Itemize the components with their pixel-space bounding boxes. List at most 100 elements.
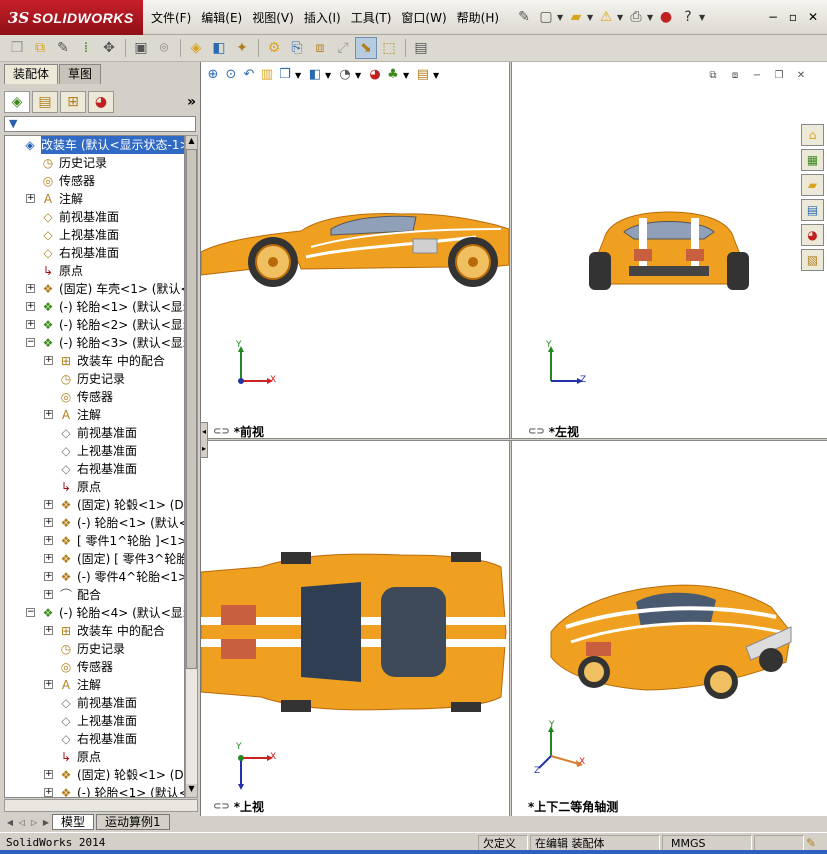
rebuild-dropdown-icon[interactable]: ▼ bbox=[617, 13, 625, 22]
view-palette-icon[interactable]: ▤ bbox=[801, 199, 824, 221]
tree-item[interactable]: ◎ 传感器 bbox=[5, 172, 184, 190]
tree-item[interactable]: ↳ 原点 bbox=[5, 478, 184, 496]
menu-view[interactable]: 视图(V) bbox=[247, 9, 299, 27]
print-dropdown-icon[interactable]: ▼ bbox=[647, 13, 655, 22]
display-manager-icon[interactable]: ◕ bbox=[88, 91, 114, 113]
help-icon[interactable]: ? bbox=[677, 6, 699, 28]
tree-horizontal-scrollbar[interactable] bbox=[4, 799, 198, 812]
custom-properties-icon[interactable]: ▧ bbox=[801, 249, 824, 271]
open-dropdown-icon[interactable]: ▼ bbox=[587, 13, 595, 22]
home-icon[interactable]: ⌂ bbox=[801, 124, 824, 146]
tree-item[interactable]: + ❖ (-) 轮胎<1> (默认<<默 bbox=[5, 784, 184, 797]
take-snapshot-icon[interactable]: ▤ bbox=[410, 37, 432, 59]
zoom-to-fit-icon[interactable]: ⊕ bbox=[205, 66, 221, 84]
tab-last-icon[interactable]: ▶ bbox=[40, 818, 52, 827]
apply-scene-icon[interactable]: ♣ bbox=[385, 66, 401, 84]
mate-icon[interactable]: ⧉ bbox=[29, 37, 51, 59]
expand-icon[interactable]: + bbox=[44, 410, 53, 419]
restore-icon[interactable]: ▫ bbox=[783, 8, 803, 26]
expand-icon[interactable]: + bbox=[44, 356, 53, 365]
expand-icon[interactable]: + bbox=[44, 626, 53, 635]
tree-item[interactable]: ◇ 前视基准面 bbox=[5, 694, 184, 712]
smart-fasteners-icon[interactable]: ⁞ bbox=[75, 37, 97, 59]
linear-pattern-icon[interactable]: ✎ bbox=[52, 37, 74, 59]
viewport-minimize-icon[interactable]: − bbox=[750, 70, 764, 82]
tree-item[interactable]: + ⌒ 配合 bbox=[5, 586, 184, 604]
display-style-icon[interactable]: ◧ bbox=[307, 66, 323, 84]
tab-sketch[interactable]: 草图 bbox=[59, 64, 102, 84]
viewport-restore-icon[interactable]: ❐ bbox=[772, 70, 786, 82]
tree-item[interactable]: ◷ 历史记录 bbox=[5, 154, 184, 172]
feature-manager-icon[interactable]: ◈ bbox=[4, 91, 30, 113]
tree-vertical-scrollbar[interactable]: ▲ ▼ bbox=[185, 135, 198, 798]
tree-filter[interactable]: ▼ bbox=[4, 116, 196, 132]
solidworks-logo[interactable]: 3S SOLIDWORKS bbox=[0, 0, 143, 35]
show-hidden-icon[interactable]: ▣ bbox=[130, 37, 152, 59]
tree-item[interactable]: ◇ 右视基准面 bbox=[5, 460, 184, 478]
configuration-manager-icon[interactable]: ⊞ bbox=[60, 91, 86, 113]
tab-assembly[interactable]: 装配体 bbox=[4, 64, 59, 84]
tree-item[interactable]: −❖ (-) 轮胎<4> (默认<显示状 bbox=[5, 604, 184, 622]
expand-icon[interactable]: + bbox=[44, 536, 53, 545]
tab-first-icon[interactable]: ◀ bbox=[4, 818, 16, 827]
tree-item[interactable]: + A 注解 bbox=[5, 676, 184, 694]
tree-item[interactable]: + ❖ [ 零件1^轮胎 ]<1> -> bbox=[5, 532, 184, 550]
tree-item[interactable]: + ❖ (-) 轮胎<1> (默认<显示状 bbox=[5, 298, 184, 316]
expand-icon[interactable]: + bbox=[26, 302, 35, 311]
open-folder-icon[interactable]: ▰ bbox=[565, 6, 587, 28]
expand-icon[interactable]: + bbox=[44, 680, 53, 689]
tree-item[interactable]: ◎ 传感器 bbox=[5, 388, 184, 406]
tree-item[interactable]: −❖ (-) 轮胎<3> (默认<显示状 bbox=[5, 334, 184, 352]
tab-model[interactable]: 模型 bbox=[52, 814, 95, 830]
tree-item[interactable]: ◎ 传感器 bbox=[5, 658, 184, 676]
design-library-icon[interactable]: ▦ bbox=[801, 149, 824, 171]
edit-appearance-icon[interactable]: ◕ bbox=[367, 66, 383, 84]
menu-tools[interactable]: 工具(T) bbox=[346, 9, 397, 27]
tree-item[interactable]: + ⊞ 改装车 中的配合 bbox=[5, 352, 184, 370]
close-icon[interactable]: ✕ bbox=[803, 8, 823, 26]
bill-of-materials-icon[interactable]: ✦ bbox=[231, 37, 253, 59]
viewport-close-icon[interactable]: ✕ bbox=[794, 70, 808, 82]
expand-icon[interactable]: + bbox=[44, 770, 53, 779]
explode-line-sketch-icon[interactable]: ⎘ bbox=[286, 37, 308, 59]
expand-icon[interactable]: + bbox=[44, 572, 53, 581]
section-view-icon[interactable]: ▥ bbox=[259, 66, 275, 84]
property-manager-icon[interactable]: ▤ bbox=[32, 91, 58, 113]
tab-motion-study[interactable]: 运动算例1 bbox=[96, 814, 170, 830]
tree-item[interactable]: ↳ 原点 bbox=[5, 748, 184, 766]
instant3d-icon[interactable]: ⬊ bbox=[355, 37, 377, 59]
tree-item[interactable]: ◇ 上视基准面 bbox=[5, 712, 184, 730]
print-icon[interactable]: ⎙ bbox=[625, 6, 647, 28]
tile-icon[interactable]: ⧈ bbox=[728, 70, 742, 82]
tree-item[interactable]: ◷ 历史记录 bbox=[5, 370, 184, 388]
assembly-features-icon[interactable]: ⌾ bbox=[153, 37, 175, 59]
update-speedpak-icon[interactable]: ⬚ bbox=[378, 37, 400, 59]
previous-view-icon[interactable]: ↶ bbox=[241, 66, 257, 84]
scroll-thumb[interactable] bbox=[186, 149, 197, 669]
tree-item[interactable]: + ❖ (固定) 轮毂<1> (Defa bbox=[5, 496, 184, 514]
view-settings-icon[interactable]: ▤ bbox=[415, 66, 431, 84]
tree-item[interactable]: ◇ 右视基准面 bbox=[5, 730, 184, 748]
menu-help[interactable]: 帮助(H) bbox=[452, 9, 504, 27]
viewport-divider-horizontal[interactable] bbox=[201, 438, 827, 441]
tree-item[interactable]: ◇ 右视基准面 bbox=[5, 244, 184, 262]
tree-item[interactable]: ↳ 原点 bbox=[5, 262, 184, 280]
hide-show-dropdown-icon[interactable]: ▼ bbox=[355, 71, 363, 80]
collapse-icon[interactable]: − bbox=[26, 338, 35, 347]
reference-geometry-icon[interactable]: ◈ bbox=[185, 37, 207, 59]
expand-panel-icon[interactable]: » bbox=[187, 94, 196, 110]
menu-window[interactable]: 窗口(W) bbox=[396, 9, 451, 27]
collapse-panel-button[interactable]: ◂ ▸ bbox=[200, 422, 208, 458]
tree-item[interactable]: + ❖ (-) 轮胎<1> (默认<<默 bbox=[5, 514, 184, 532]
view-orientation-icon[interactable]: ❒ bbox=[277, 66, 293, 84]
tab-prev-icon[interactable]: ◁ bbox=[16, 818, 28, 827]
expand-icon[interactable]: + bbox=[44, 590, 53, 599]
tree-item[interactable]: ◇ 上视基准面 bbox=[5, 442, 184, 460]
tree-item[interactable]: + ⊞ 改装车 中的配合 bbox=[5, 622, 184, 640]
expand-icon[interactable]: + bbox=[44, 788, 53, 797]
tree-item[interactable]: + A 注解 bbox=[5, 190, 184, 208]
insert-component-icon[interactable]: ❒ bbox=[6, 37, 28, 59]
appearances-icon[interactable]: ◕ bbox=[801, 224, 824, 246]
tree-item[interactable]: + ❖ (固定) 车壳<1> (默认<<默 bbox=[5, 280, 184, 298]
minimize-icon[interactable]: − bbox=[763, 8, 783, 26]
